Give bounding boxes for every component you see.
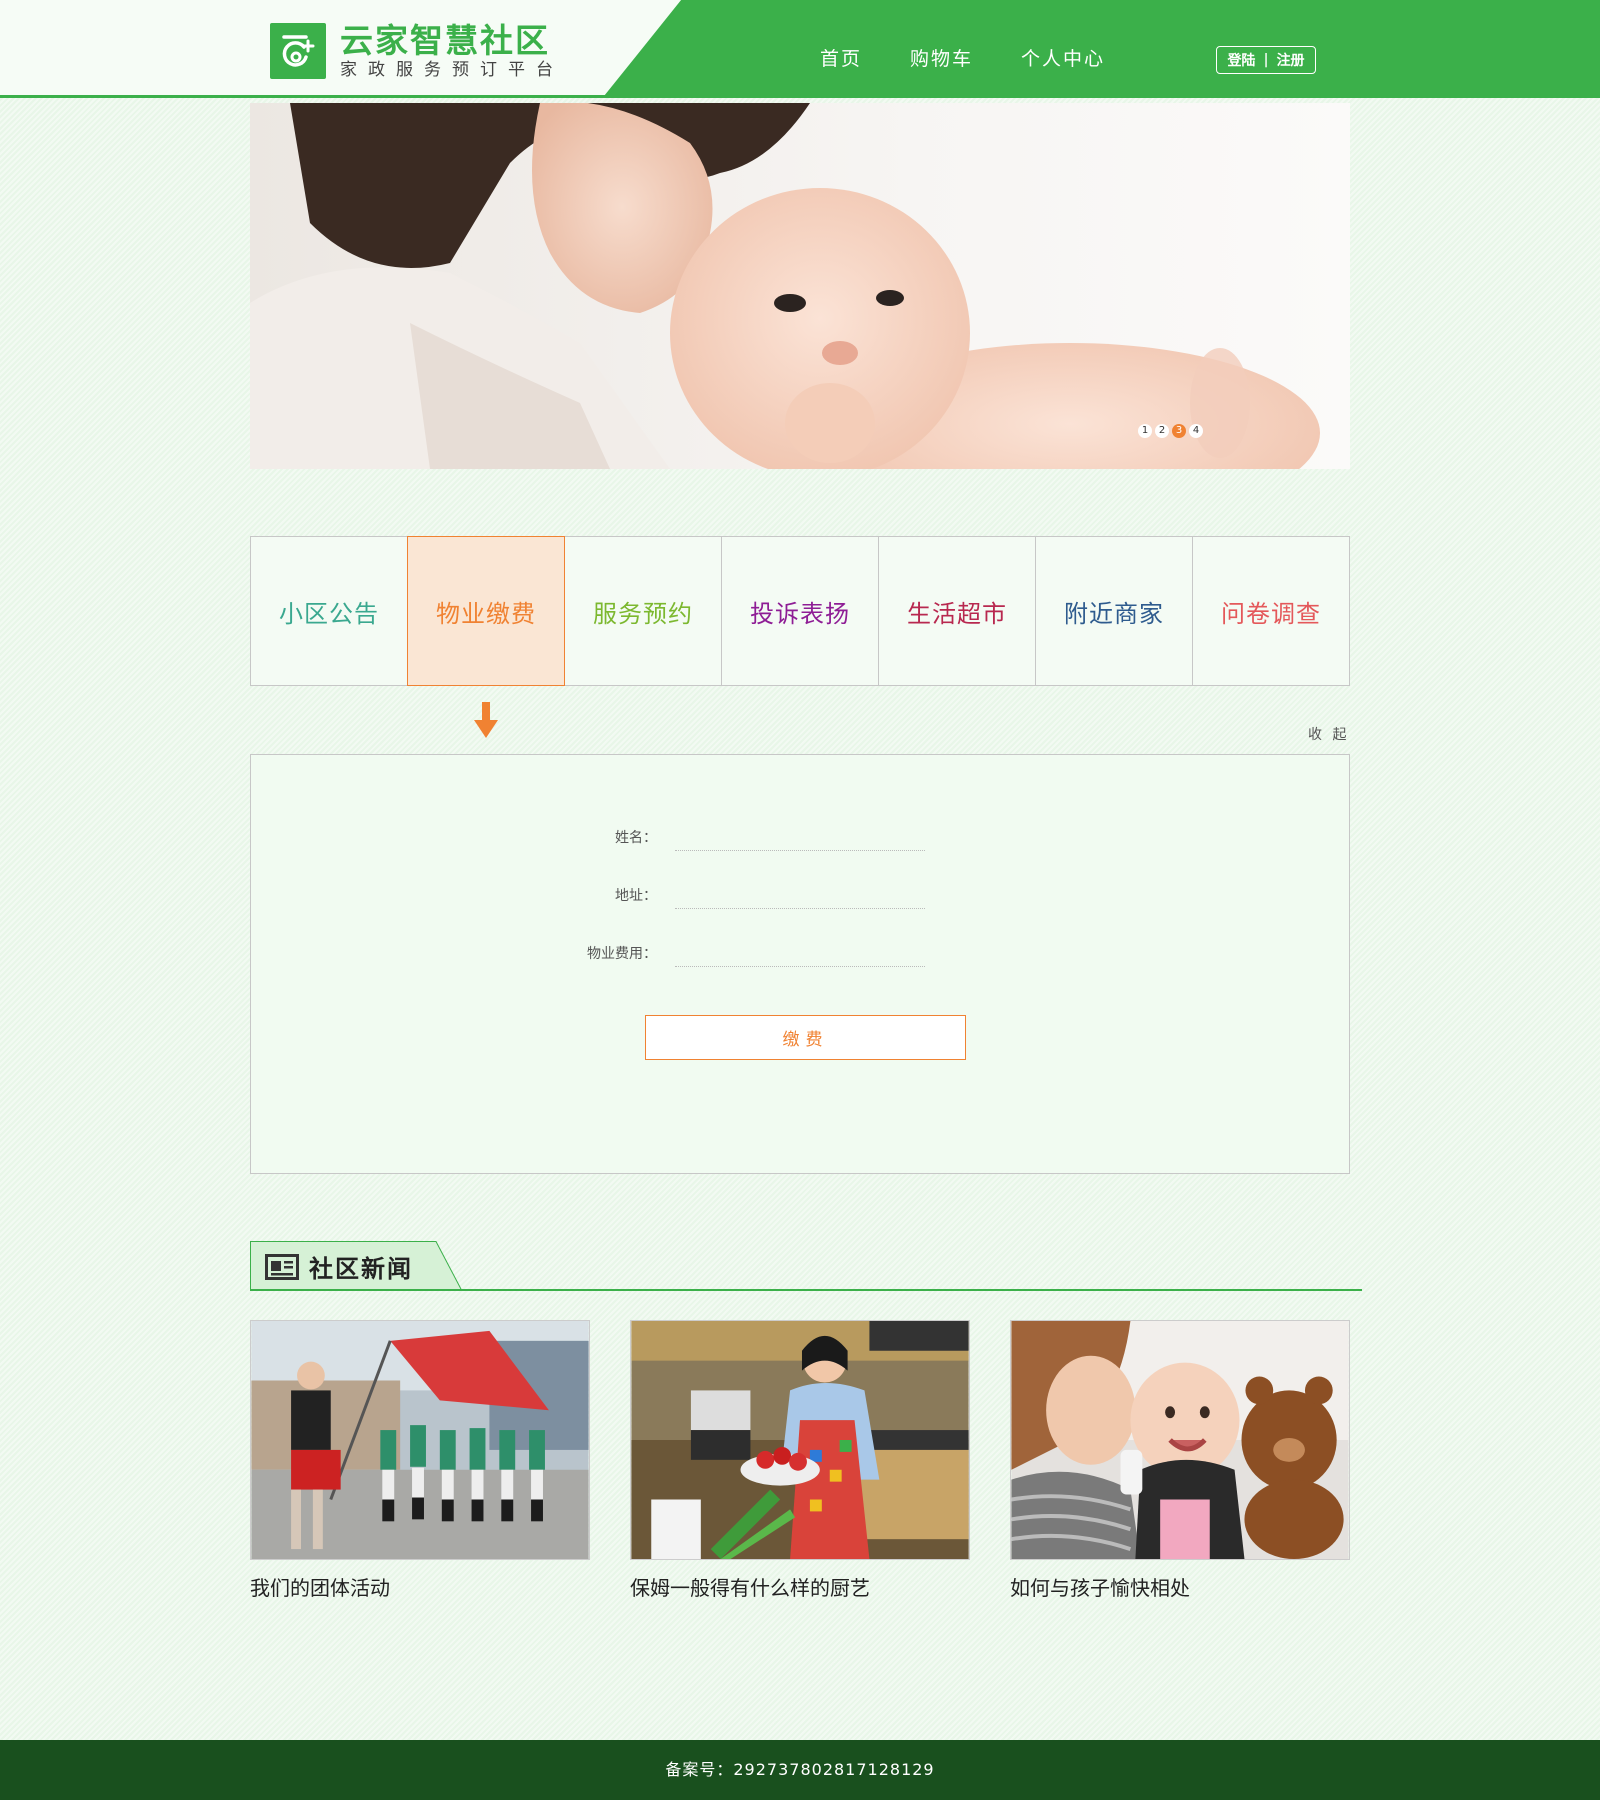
news-grid: 我们的团体活动 保姆一般得有什么样的厨艺 如何与孩子愉快相处 xyxy=(250,1320,1350,1601)
arrow-down-icon xyxy=(474,702,498,738)
tab-survey[interactable]: 问卷调查 xyxy=(1193,537,1349,685)
tab-community-notice[interactable]: 小区公告 xyxy=(251,537,408,685)
main-nav: 首页 购物车 个人中心 xyxy=(820,44,1153,71)
tab-service-booking[interactable]: 服务预约 xyxy=(565,537,722,685)
news-image-group-activity xyxy=(250,1320,590,1560)
address-field[interactable] xyxy=(675,883,925,909)
address-row: 地址： xyxy=(581,883,925,909)
news-card[interactable]: 我们的团体活动 xyxy=(250,1320,590,1601)
tab-label: 问卷调查 xyxy=(1221,599,1321,628)
news-caption[interactable]: 保姆一般得有什么样的厨艺 xyxy=(630,1572,970,1601)
logo-subtitle: 家政服务预订平台 xyxy=(340,60,564,80)
site-logo[interactable]: 云家智慧社区 家政服务预订平台 xyxy=(270,22,564,80)
pay-button[interactable]: 缴费 xyxy=(645,1015,966,1060)
banner-dot-2[interactable]: 2 xyxy=(1155,424,1169,438)
name-field[interactable] xyxy=(675,825,925,851)
auth-box: 登陆 | 注册 xyxy=(1216,46,1316,74)
logo-icon xyxy=(270,23,326,79)
banner-dot-1[interactable]: 1 xyxy=(1138,424,1152,438)
nav-cart[interactable]: 购物车 xyxy=(910,44,973,71)
banner-photo-mother-baby xyxy=(250,103,1350,469)
banner-dot-3-active[interactable]: 3 xyxy=(1172,424,1186,438)
icp-record: 备案号：292737802817128129 xyxy=(665,1760,935,1779)
nav-home[interactable]: 首页 xyxy=(820,44,862,71)
tab-property-fee[interactable]: 物业缴费 xyxy=(407,536,565,686)
auth-separator: | xyxy=(1263,52,1269,68)
newspaper-icon xyxy=(265,1253,299,1280)
news-caption[interactable]: 如何与孩子愉快相处 xyxy=(1010,1572,1350,1601)
logo-title: 云家智慧社区 xyxy=(340,21,550,60)
nav-personal-center[interactable]: 个人中心 xyxy=(1021,44,1105,71)
tab-label: 小区公告 xyxy=(279,599,379,628)
tab-label: 生活超市 xyxy=(907,599,1007,628)
news-card[interactable]: 保姆一般得有什么样的厨艺 xyxy=(630,1320,970,1601)
name-row: 姓名： xyxy=(581,825,925,851)
tab-label: 投诉表扬 xyxy=(750,599,850,628)
tab-label: 服务预约 xyxy=(593,599,693,628)
tab-nearby-merchants[interactable]: 附近商家 xyxy=(1036,537,1193,685)
news-image-nanny-cooking xyxy=(630,1320,970,1560)
address-label: 地址： xyxy=(615,888,657,904)
property-fee-panel: 姓名： 地址： 物业费用： 缴费 xyxy=(250,754,1350,1174)
fee-field[interactable] xyxy=(675,941,925,967)
news-title: 社区新闻 xyxy=(309,1255,413,1283)
tab-label: 附近商家 xyxy=(1064,599,1164,628)
collapse-link[interactable]: 收 起 xyxy=(1308,724,1349,744)
tab-label: 物业缴费 xyxy=(436,599,536,628)
news-tab: 社区新闻 xyxy=(250,1241,462,1291)
banner-dot-4[interactable]: 4 xyxy=(1189,424,1203,438)
header-underline xyxy=(0,95,606,98)
name-label: 姓名： xyxy=(615,830,657,846)
news-section-header: 社区新闻 xyxy=(250,1241,1362,1291)
fee-label: 物业费用： xyxy=(587,946,657,962)
site-footer: 备案号：292737802817128129 xyxy=(0,1740,1600,1800)
top-header: 云家智慧社区 家政服务预订平台 首页 购物车 个人中心 登陆 | 注册 xyxy=(0,0,1600,98)
news-underline xyxy=(250,1289,1362,1291)
header-white-area xyxy=(0,0,683,96)
tab-supermarket[interactable]: 生活超市 xyxy=(879,537,1036,685)
fee-row: 物业费用： xyxy=(581,941,925,967)
news-card[interactable]: 如何与孩子愉快相处 xyxy=(1010,1320,1350,1601)
register-link[interactable]: 注册 xyxy=(1277,50,1305,70)
news-caption[interactable]: 我们的团体活动 xyxy=(250,1572,590,1601)
tab-complaint-praise[interactable]: 投诉表扬 xyxy=(722,537,879,685)
service-tabs: 小区公告 物业缴费 服务预约 投诉表扬 生活超市 附近商家 问卷调查 xyxy=(250,536,1350,686)
news-image-mother-child xyxy=(1010,1320,1350,1560)
login-link[interactable]: 登陆 xyxy=(1227,50,1255,70)
banner-pagination: 1 2 3 4 xyxy=(1138,424,1203,438)
hero-banner[interactable] xyxy=(250,103,1350,469)
